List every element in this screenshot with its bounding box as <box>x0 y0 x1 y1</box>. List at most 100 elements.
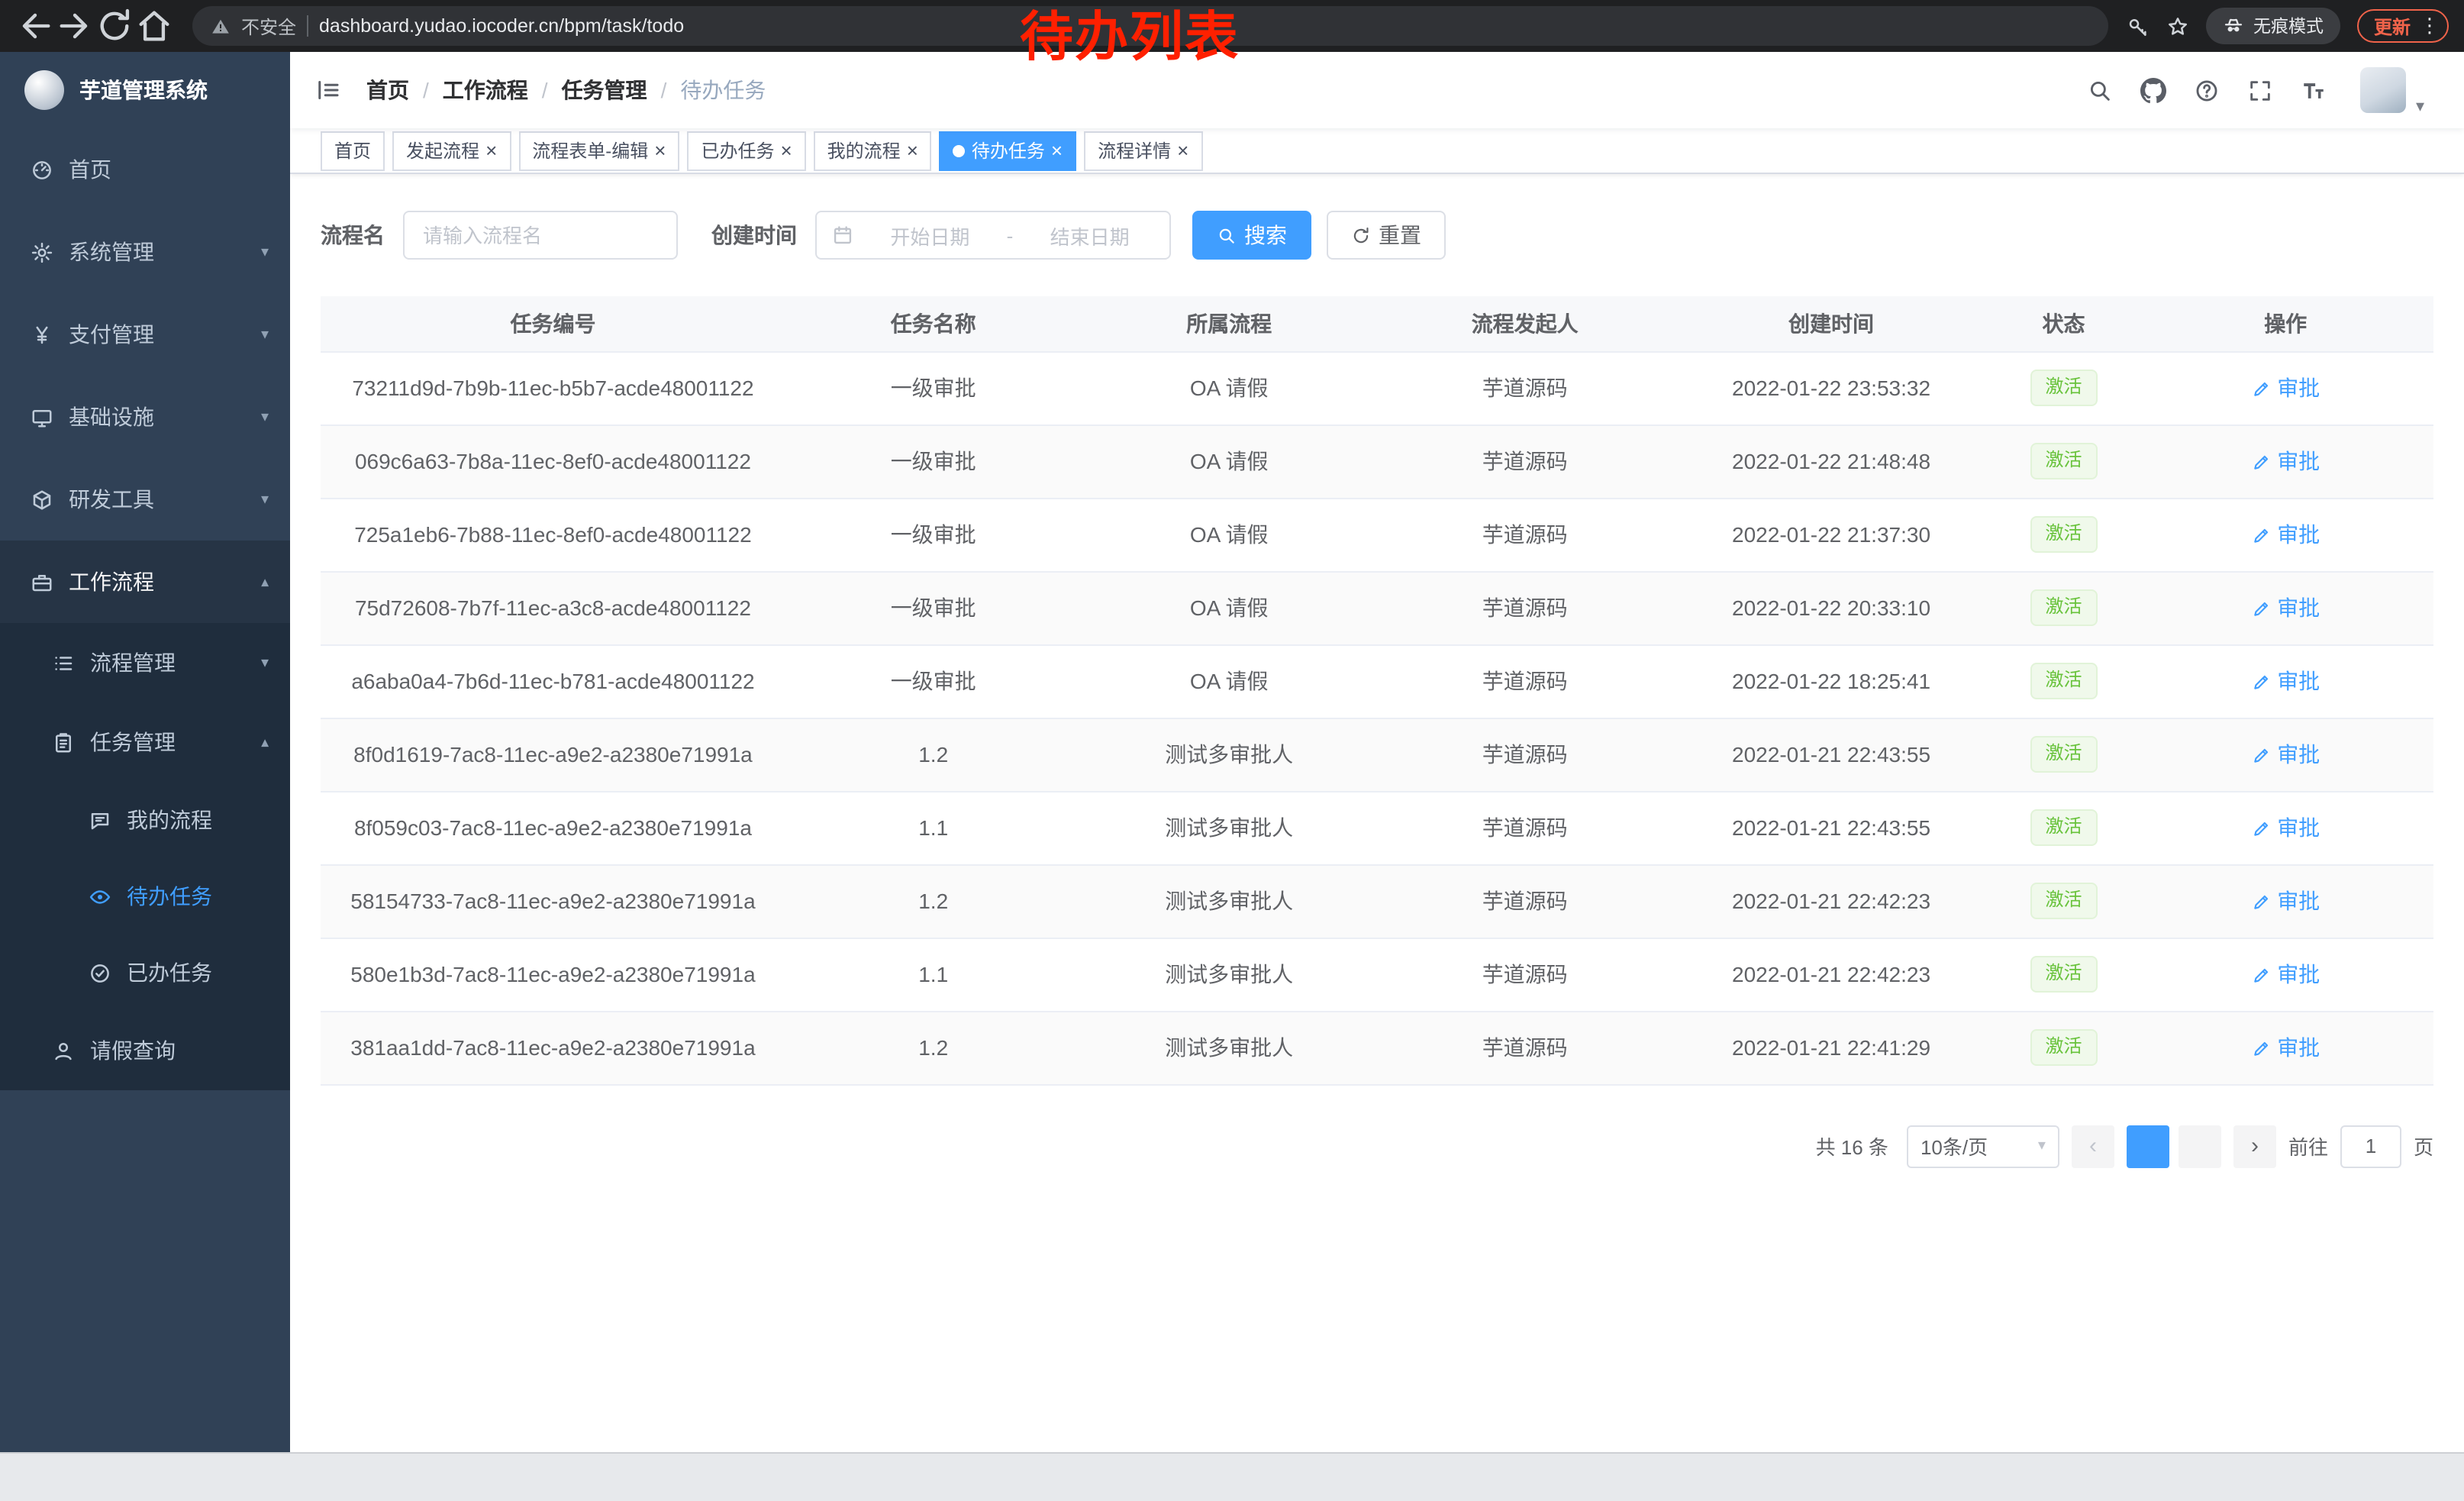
col-action: 操作 <box>2137 296 2433 351</box>
status-badge: 激活 <box>2030 516 2097 552</box>
col-initiator: 流程发起人 <box>1377 296 1673 351</box>
process-cell: 测试多审批人 <box>1081 791 1377 864</box>
caret-down-icon: ▾ <box>2416 96 2424 116</box>
table-row: 58154733-7ac8-11ec-a9e2-a2380e71991a 1.2… <box>321 864 2433 938</box>
status-cell: 激活 <box>1990 718 2138 791</box>
chevron-down-icon: ▾ <box>261 408 269 425</box>
close-icon[interactable]: × <box>907 140 918 160</box>
update-button[interactable]: 更新 ⋮ <box>2357 9 2449 43</box>
col-create-time: 创建时间 <box>1672 296 1989 351</box>
approve-link[interactable]: 审批 <box>2251 373 2320 403</box>
approve-link[interactable]: 审批 <box>2251 592 2320 623</box>
close-icon[interactable]: × <box>780 140 792 160</box>
app-logo[interactable]: 芋道管理系统 <box>0 52 290 128</box>
user-avatar[interactable]: ▾ <box>2360 64 2424 116</box>
table-row: 069c6a63-7b8a-11ec-8ef0-acde48001122 一级审… <box>321 424 2433 498</box>
status-badge: 激活 <box>2030 809 2097 845</box>
task-name-cell: 1.2 <box>785 864 1082 938</box>
approve-link[interactable]: 审批 <box>2251 739 2320 770</box>
status-cell: 激活 <box>1990 791 2138 864</box>
breadcrumb-separator: / <box>661 78 667 102</box>
approve-link[interactable]: 审批 <box>2251 812 2320 843</box>
workflow-icon <box>31 570 53 593</box>
home-button[interactable] <box>134 6 174 46</box>
initiator-cell: 芋道源码 <box>1377 571 1673 644</box>
table-row: 580e1b3d-7ac8-11ec-a9e2-a2380e71991a 1.1… <box>321 938 2433 1011</box>
status-cell: 激活 <box>1990 424 2138 498</box>
approve-link[interactable]: 审批 <box>2251 666 2320 696</box>
page-number-button[interactable] <box>2179 1125 2221 1167</box>
create-time-cell: 2022-01-22 21:48:48 <box>1672 424 1989 498</box>
table-row: 8f0d1619-7ac8-11ec-a9e2-a2380e71991a 1.2… <box>321 718 2433 791</box>
tab-1[interactable]: 发起流程 × <box>392 131 511 170</box>
close-icon[interactable]: × <box>654 140 666 160</box>
search-icon[interactable] <box>2087 77 2113 103</box>
process-cell: OA 请假 <box>1081 498 1377 571</box>
date-range-picker[interactable]: 开始日期 - 结束日期 <box>815 211 1171 260</box>
sidebar-item-yen[interactable]: 支付管理 ▾ <box>0 293 290 376</box>
update-label: 更新 <box>2374 13 2411 39</box>
approve-link[interactable]: 审批 <box>2251 519 2320 550</box>
sidebar-item-dashboard[interactable]: 首页 ▾ <box>0 128 290 211</box>
prev-page-button[interactable]: ‹ <box>2072 1125 2114 1167</box>
tab-0[interactable]: 首页 × <box>321 131 385 170</box>
goto-page-input[interactable] <box>2340 1125 2401 1167</box>
process-name-input[interactable] <box>403 211 678 260</box>
approve-link[interactable]: 审批 <box>2251 959 2320 989</box>
sidebar-item-tools[interactable]: 研发工具 ▾ <box>0 458 290 541</box>
status-cell: 激活 <box>1990 571 2138 644</box>
page-size-select[interactable]: 10条/页 ▾ <box>1907 1125 2059 1167</box>
approve-link[interactable]: 审批 <box>2251 886 2320 916</box>
sidebar-item-user[interactable]: 请假查询 ▾ <box>0 1011 290 1090</box>
create-time-cell: 2022-01-22 18:25:41 <box>1672 644 1989 718</box>
task-id-cell: 069c6a63-7b8a-11ec-8ef0-acde48001122 <box>321 424 785 498</box>
breadcrumb-item[interactable]: 待办任务 / <box>680 75 766 105</box>
sidebar-item-eye[interactable]: 待办任务 ▾ <box>0 858 290 934</box>
breadcrumb-item[interactable]: 任务管理 / <box>562 75 681 105</box>
help-icon[interactable] <box>2194 77 2220 103</box>
approve-link[interactable]: 审批 <box>2251 1032 2320 1063</box>
close-icon[interactable]: × <box>485 140 497 160</box>
sidebar-item-task[interactable]: 任务管理 ▾ <box>0 702 290 782</box>
close-icon[interactable]: × <box>1177 140 1188 160</box>
tab-3[interactable]: 已办任务 × <box>687 131 805 170</box>
sidebar-item-chat[interactable]: 我的流程 ▾ <box>0 782 290 858</box>
task-id-cell: 8f0d1619-7ac8-11ec-a9e2-a2380e71991a <box>321 718 785 791</box>
tab-5[interactable]: 待办任务 × <box>940 131 1076 170</box>
sidebar-item-done[interactable]: 已办任务 ▾ <box>0 934 290 1011</box>
reload-button[interactable] <box>95 6 134 46</box>
page-number-button[interactable] <box>2127 1125 2169 1167</box>
reset-button[interactable]: 重置 <box>1327 211 1446 260</box>
breadcrumb-item[interactable]: 工作流程 / <box>443 75 562 105</box>
sidebar-item-gear[interactable]: 系统管理 ▾ <box>0 211 290 293</box>
sidebar-item-list[interactable]: 流程管理 ▾ <box>0 623 290 702</box>
password-key-icon[interactable] <box>2127 15 2150 37</box>
search-button[interactable]: 搜索 <box>1192 211 1311 260</box>
tab-6[interactable]: 流程详情 × <box>1084 131 1202 170</box>
next-page-button[interactable]: › <box>2233 1125 2276 1167</box>
breadcrumb-item[interactable]: 首页 / <box>366 75 443 105</box>
chevron-down-icon: ▾ <box>261 654 269 671</box>
sidebar-item-workflow[interactable]: 工作流程 ▾ <box>0 541 290 623</box>
fullscreen-icon[interactable] <box>2247 77 2273 103</box>
page-size-value: 10条/页 <box>1921 1131 1988 1160</box>
close-icon[interactable]: × <box>1051 140 1063 160</box>
menu-fold-icon[interactable] <box>314 76 342 104</box>
back-button[interactable] <box>15 6 55 46</box>
create-time-cell: 2022-01-21 22:42:23 <box>1672 864 1989 938</box>
active-dot-icon <box>953 144 966 157</box>
github-icon[interactable] <box>2140 77 2166 103</box>
bottom-edge <box>0 1452 2464 1501</box>
approve-link[interactable]: 审批 <box>2251 446 2320 476</box>
chevron-down-icon: ▾ <box>261 244 269 260</box>
forward-button[interactable] <box>55 6 95 46</box>
bookmark-star-icon[interactable] <box>2166 15 2189 37</box>
chrome-menu-icon[interactable]: ⋮ <box>2420 14 2440 38</box>
font-size-icon[interactable] <box>2301 77 2327 103</box>
tab-4[interactable]: 我的流程 × <box>814 131 932 170</box>
address-bar[interactable]: 不安全 dashboard.yudao.iocoder.cn/bpm/task/… <box>192 6 2108 46</box>
app-window: 芋道管理系统 首页 ▾ 系统管理 ▾ 支付管理 ▾ 基础设施 ▾ 研发工具 ▾ … <box>0 52 2464 1452</box>
sidebar-item-infra[interactable]: 基础设施 ▾ <box>0 376 290 458</box>
create-time-cell: 2022-01-21 22:43:55 <box>1672 718 1989 791</box>
tab-2[interactable]: 流程表单-编辑 × <box>518 131 679 170</box>
